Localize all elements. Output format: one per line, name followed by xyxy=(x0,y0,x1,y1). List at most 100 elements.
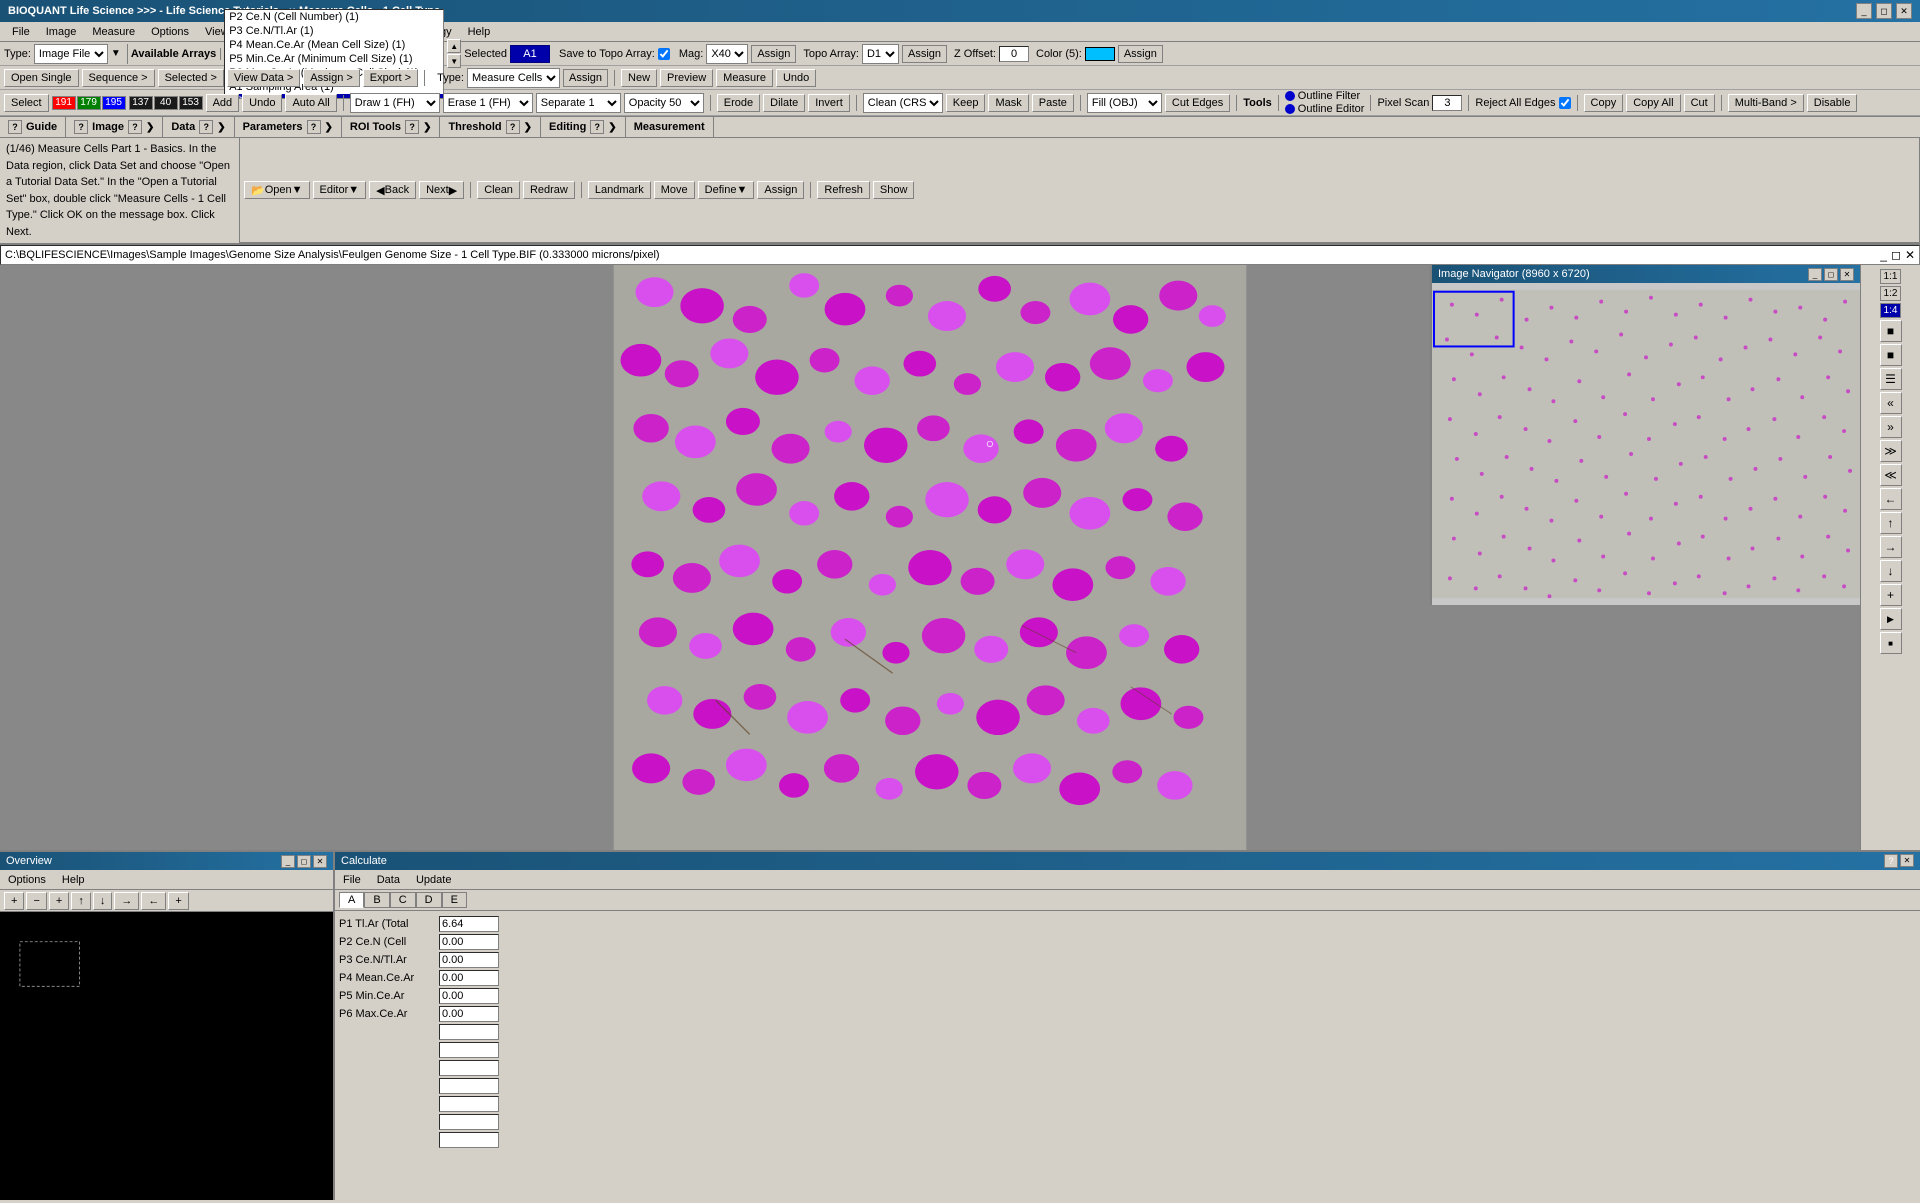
zoom-1-4-active[interactable]: 1:4 xyxy=(1880,303,1902,318)
calc-close[interactable]: ✕ xyxy=(1900,854,1914,867)
nav-close-btn[interactable]: ✕ xyxy=(1840,268,1854,281)
type2-select[interactable]: Measure Cells xyxy=(467,68,560,88)
params-question[interactable]: ? xyxy=(307,120,321,134)
erase-select[interactable]: Erase 1 (FH) xyxy=(443,93,533,113)
ov-btn-right[interactable]: → xyxy=(114,892,139,910)
scroll-down[interactable]: ▼ xyxy=(447,54,461,68)
calc-input-8[interactable] xyxy=(439,1060,499,1076)
landmark-btn[interactable]: Landmark xyxy=(588,181,651,199)
threshold-question[interactable]: ? xyxy=(506,120,520,134)
roi-question[interactable]: ? xyxy=(405,120,419,134)
mag-select[interactable]: X40 xyxy=(706,44,748,64)
menu-measure[interactable]: Measure xyxy=(84,24,143,40)
image-question2[interactable]: ? xyxy=(128,120,142,134)
mask-button[interactable]: Mask xyxy=(988,94,1028,112)
dilate-button[interactable]: Dilate xyxy=(763,94,805,112)
calc-input-12[interactable] xyxy=(439,1132,499,1148)
roi-assign-btn[interactable]: Assign xyxy=(757,181,804,199)
nav-left-arrows[interactable]: « xyxy=(1880,392,1902,414)
ov-btn-expand[interactable]: + xyxy=(168,892,188,910)
nav-down-arrows[interactable]: ≫ xyxy=(1880,440,1902,462)
z-offset-value[interactable]: 0 xyxy=(999,46,1029,62)
menu-help[interactable]: Help xyxy=(460,24,499,40)
sequence-button[interactable]: Sequence > xyxy=(82,69,155,87)
nav-down-arrows2[interactable]: ≪ xyxy=(1880,464,1902,486)
undo-editing-button[interactable]: Undo xyxy=(776,69,816,87)
calc-update[interactable]: Update xyxy=(412,874,455,886)
calc-help[interactable]: ? xyxy=(1884,854,1898,868)
save-topo-checkbox[interactable] xyxy=(658,48,670,60)
type-select[interactable]: Image File xyxy=(34,44,108,64)
ov-btn-up[interactable]: ↑ xyxy=(71,892,91,910)
scroll-up[interactable]: ▲ xyxy=(447,39,461,53)
assign-data-button[interactable]: Assign > xyxy=(303,69,360,87)
calc-input-4[interactable] xyxy=(439,988,499,1004)
close-button[interactable]: ✕ xyxy=(1896,3,1912,19)
menu-image[interactable]: Image xyxy=(38,24,85,40)
overview-help[interactable]: Help xyxy=(58,874,89,886)
export-button[interactable]: Export > xyxy=(363,69,418,87)
array-item-2[interactable]: P4 Mean.Ce.Ar (Mean Cell Size) (1) xyxy=(225,38,443,52)
disable-btn[interactable]: Disable xyxy=(1807,94,1858,112)
list-scrollbar[interactable]: ▲ ▼ xyxy=(447,39,461,68)
array-item-0[interactable]: P2 Ce.N (Cell Number) (1) xyxy=(225,10,443,24)
measure-button[interactable]: Measure xyxy=(716,69,773,87)
selected-button[interactable]: Selected > xyxy=(158,69,224,87)
topo-select[interactable]: D1 xyxy=(862,44,899,64)
ov-btn-down[interactable]: ↓ xyxy=(93,892,113,910)
path-minimize[interactable]: _ xyxy=(1880,248,1887,262)
draw-select[interactable]: Draw 1 (FH) xyxy=(350,93,440,113)
type2-assign-button[interactable]: Assign xyxy=(563,69,608,87)
define-btn[interactable]: Define ▼ xyxy=(698,181,755,199)
nav-down-arrow[interactable]: ↓ xyxy=(1880,560,1902,582)
calc-input-0[interactable] xyxy=(439,916,499,932)
clean-btn[interactable]: Clean xyxy=(477,181,520,199)
nav-left-arrow[interactable]: ← xyxy=(1880,488,1902,510)
new-button[interactable]: New xyxy=(621,69,657,87)
color-assign-button[interactable]: Assign xyxy=(1118,45,1163,63)
calc-input-7[interactable] xyxy=(439,1042,499,1058)
calc-tab-a[interactable]: A xyxy=(339,892,364,908)
nav-extra[interactable]: ■ xyxy=(1880,632,1902,654)
nav-square-1[interactable]: ■ xyxy=(1880,320,1902,342)
calc-tab-e[interactable]: E xyxy=(442,892,467,908)
reject-edges-checkbox[interactable] xyxy=(1559,97,1571,109)
auto-all-button[interactable]: Auto All xyxy=(285,94,336,112)
move-btn[interactable]: Move xyxy=(654,181,695,199)
calc-input-9[interactable] xyxy=(439,1078,499,1094)
overview-minimize[interactable]: _ xyxy=(281,855,295,868)
calc-data[interactable]: Data xyxy=(373,874,404,886)
nav-minimize-btn[interactable]: _ xyxy=(1808,268,1822,281)
editor-btn[interactable]: Editor ▼ xyxy=(313,181,367,199)
menu-options[interactable]: Options xyxy=(143,24,197,40)
add-button[interactable]: Add xyxy=(206,94,240,112)
invert-button[interactable]: Invert xyxy=(808,94,850,112)
paste-button[interactable]: Paste xyxy=(1032,94,1074,112)
select-button[interactable]: Select xyxy=(4,94,49,112)
ov-btn-plus[interactable]: + xyxy=(4,892,24,910)
calc-input-1[interactable] xyxy=(439,934,499,950)
path-restore[interactable]: ◻ xyxy=(1891,248,1901,262)
zoom-level-indicator[interactable]: 1:1 xyxy=(1880,269,1902,284)
open-single-button[interactable]: Open Single xyxy=(4,69,79,87)
opacity-select[interactable]: Opacity 50 xyxy=(624,93,704,113)
nav-right-arrows[interactable]: » xyxy=(1880,416,1902,438)
fill-select[interactable]: Fill (OBJ) xyxy=(1087,93,1162,113)
editing-question[interactable]: ? xyxy=(590,120,604,134)
calc-input-6[interactable] xyxy=(439,1024,499,1040)
data-question[interactable]: ? xyxy=(199,120,213,134)
calc-file[interactable]: File xyxy=(339,874,365,886)
calc-input-11[interactable] xyxy=(439,1114,499,1130)
nav-up-arrow[interactable]: ↑ xyxy=(1880,512,1902,534)
ov-btn-minus[interactable]: − xyxy=(26,892,46,910)
minimize-button[interactable]: _ xyxy=(1856,3,1872,19)
overview-restore[interactable]: ◻ xyxy=(297,855,311,868)
calc-tab-d[interactable]: D xyxy=(416,892,442,908)
calc-input-2[interactable] xyxy=(439,952,499,968)
calc-input-3[interactable] xyxy=(439,970,499,986)
calc-input-10[interactable] xyxy=(439,1096,499,1112)
calc-tab-c[interactable]: C xyxy=(390,892,416,908)
redraw-btn[interactable]: Redraw xyxy=(523,181,575,199)
ov-btn-cross[interactable]: + xyxy=(49,892,69,910)
overview-close[interactable]: ✕ xyxy=(313,855,327,868)
